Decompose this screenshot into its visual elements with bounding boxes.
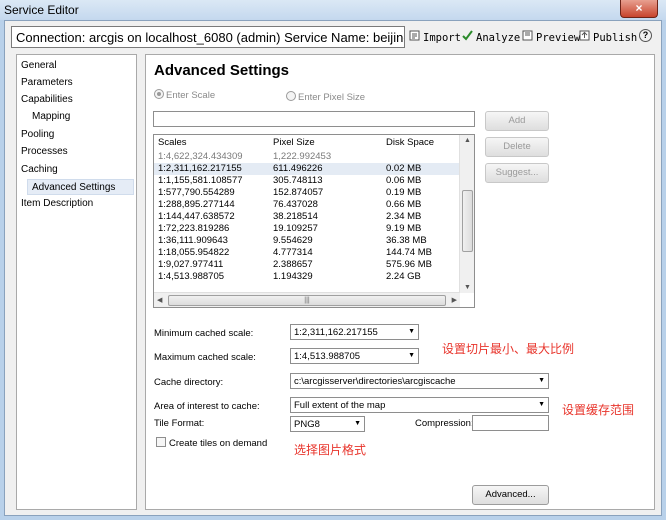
publish-icon <box>579 30 590 44</box>
table-row[interactable]: 1:288,895.277144 76.437028 0.66 MB <box>154 199 460 211</box>
scroll-right-icon[interactable]: ▶ <box>452 296 457 304</box>
table-row[interactable]: 1:18,055.954822 4.777314 144.74 MB <box>154 247 460 259</box>
scroll-up-icon[interactable]: ▲ <box>464 137 471 144</box>
area-of-interest-select[interactable]: Full extent of the map ▼ <box>290 397 549 413</box>
analyze-button[interactable]: Analyze <box>462 30 520 44</box>
annotation-scale-note: 设置切片最小、最大比例 <box>442 342 575 356</box>
create-tiles-on-demand-checkbox[interactable]: Create tiles on demand <box>156 437 267 449</box>
chevron-down-icon: ▼ <box>408 352 415 359</box>
nav-item-processes[interactable]: Processes <box>21 146 68 157</box>
add-button[interactable]: Add <box>485 111 549 131</box>
radio-selected-icon <box>154 89 164 99</box>
horizontal-scroll-thumb[interactable]: ||| <box>168 295 446 306</box>
publish-button[interactable]: Publish <box>579 30 637 44</box>
nav-item-item-description[interactable]: Item Description <box>21 198 93 209</box>
page-title: Advanced Settings <box>154 62 290 79</box>
scroll-down-icon[interactable]: ▼ <box>464 284 471 291</box>
min-scale-label: Minimum cached scale: <box>154 328 254 339</box>
delete-button[interactable]: Delete <box>485 137 549 157</box>
grid-vertical-scrollbar[interactable]: ▲ ▼ <box>459 135 474 293</box>
chevron-down-icon: ▼ <box>538 377 545 384</box>
table-row[interactable]: 1:1,155,581.108577 305.748113 0.06 MB <box>154 175 460 187</box>
import-icon <box>409 30 420 44</box>
max-scale-label: Maximum cached scale: <box>154 352 256 363</box>
window-title: Service Editor <box>4 3 79 17</box>
max-scale-select[interactable]: 1:4,513.988705 ▼ <box>290 348 419 364</box>
nav-item-parameters[interactable]: Parameters <box>21 77 73 88</box>
annotation-format-note: 选择图片格式 <box>294 443 367 457</box>
enter-scale-radio[interactable]: Enter Scale <box>154 89 215 101</box>
connection-info: Connection: arcgis on localhost_6080 (ad… <box>11 26 405 48</box>
help-icon[interactable]: ? <box>639 29 652 42</box>
settings-nav: General Parameters Capabilities Mapping … <box>16 54 137 510</box>
enter-pixel-size-radio[interactable]: Enter Pixel Size <box>286 91 365 103</box>
preview-icon <box>522 30 533 44</box>
table-row[interactable]: 1:9,027.977411 2.388657 575.96 MB <box>154 259 460 271</box>
table-row[interactable]: 1:36,111.909643 9.554629 36.38 MB <box>154 235 460 247</box>
min-scale-select[interactable]: 1:2,311,162.217155 ▼ <box>290 324 419 340</box>
advanced-settings-panel: Advanced Settings Enter Scale Enter Pixe… <box>145 54 655 510</box>
cache-directory-label: Cache directory: <box>154 377 224 388</box>
annotation-extent-note: 设置缓存范围 <box>562 403 635 417</box>
tile-format-select[interactable]: PNG8 ▼ <box>290 416 365 432</box>
cache-directory-select[interactable]: c:\arcgisserver\directories\arcgiscache ▼ <box>290 373 549 389</box>
radio-unselected-icon <box>286 91 296 101</box>
compression-input[interactable] <box>472 415 549 431</box>
table-row[interactable]: 1:72,223.819286 19.109257 9.19 MB <box>154 223 460 235</box>
scales-grid[interactable]: Scales Pixel Size Disk Space 1:4,622,324… <box>153 134 475 308</box>
table-row[interactable]: 1:577,790.554289 152.874057 0.19 MB <box>154 187 460 199</box>
suggest-button[interactable]: Suggest... <box>485 163 549 183</box>
tile-format-label: Tile Format: <box>154 418 205 429</box>
chevron-down-icon: ▼ <box>354 420 361 427</box>
nav-item-advanced-settings[interactable]: Advanced Settings <box>27 179 134 195</box>
column-header-pixel-size[interactable]: Pixel Size <box>273 137 315 148</box>
scale-input[interactable] <box>153 111 475 127</box>
area-of-interest-label: Area of interest to cache: <box>154 401 260 412</box>
preview-button[interactable]: Preview <box>522 30 580 44</box>
title-bar: Service Editor × <box>0 0 666 20</box>
scroll-left-icon[interactable]: ◀ <box>157 296 162 304</box>
table-row[interactable]: 1:144,447.638572 38.218514 2.34 MB <box>154 211 460 223</box>
nav-item-mapping[interactable]: Mapping <box>32 111 70 122</box>
vertical-scroll-thumb[interactable] <box>462 190 473 252</box>
chevron-down-icon: ▼ <box>538 401 545 408</box>
close-icon: × <box>635 1 643 15</box>
checkmark-icon <box>462 30 473 44</box>
chevron-down-icon: ▼ <box>408 328 415 335</box>
compression-label: Compression: <box>415 418 474 429</box>
table-row[interactable]: 1:4,622,324.434309 1,222.992453 <box>154 151 460 163</box>
table-row[interactable]: 1:2,311,162.217155 611.496226 0.02 MB <box>154 163 460 175</box>
import-button[interactable]: Import <box>409 30 461 44</box>
advanced-button[interactable]: Advanced... <box>472 485 549 505</box>
grid-header: Scales Pixel Size Disk Space <box>154 135 460 149</box>
close-button[interactable]: × <box>620 0 658 18</box>
nav-item-caching[interactable]: Caching <box>21 164 58 175</box>
service-editor-window: Connection: arcgis on localhost_6080 (ad… <box>4 20 662 516</box>
nav-item-capabilities[interactable]: Capabilities <box>21 94 73 105</box>
nav-item-general[interactable]: General <box>21 60 57 71</box>
column-header-disk-space[interactable]: Disk Space <box>386 137 434 148</box>
column-header-scales[interactable]: Scales <box>158 137 187 148</box>
grid-horizontal-scrollbar[interactable]: ◀ ||| ▶ <box>154 292 460 307</box>
checkbox-icon <box>156 437 166 447</box>
table-row[interactable]: 1:4,513.988705 1.194329 2.24 GB <box>154 271 460 283</box>
nav-item-pooling[interactable]: Pooling <box>21 129 54 140</box>
